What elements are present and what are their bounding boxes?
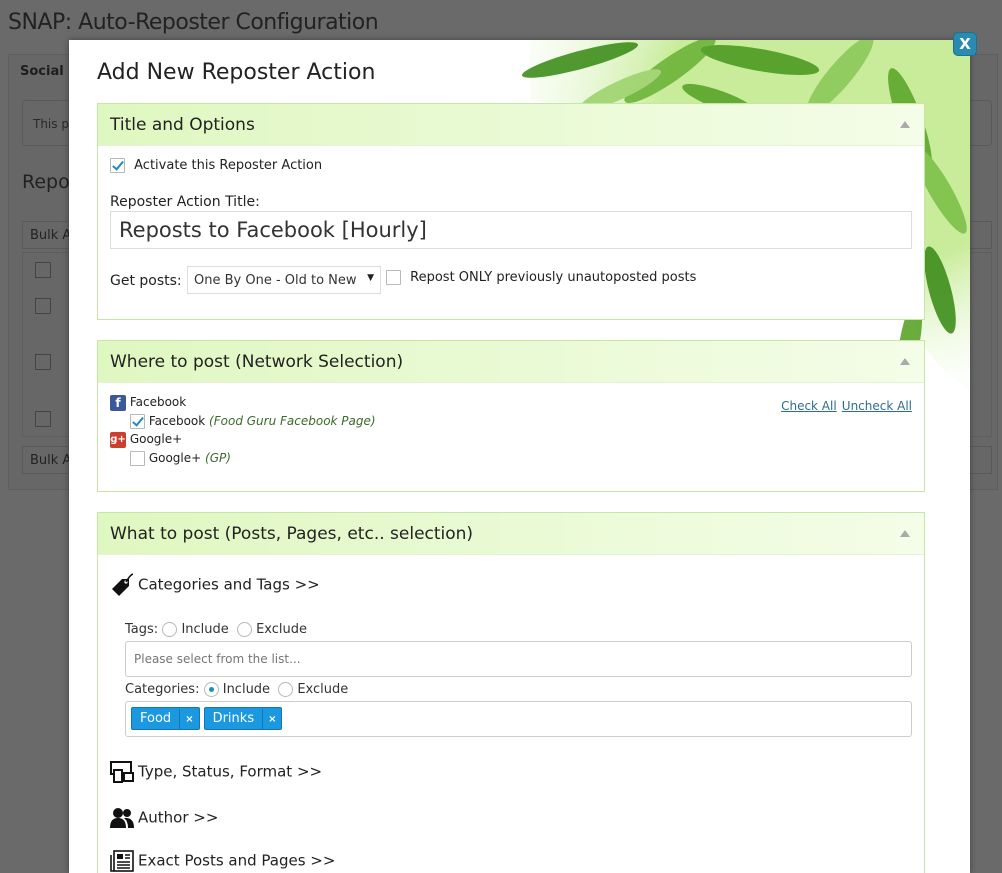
tags-row: Tags: Include Exclude bbox=[125, 622, 307, 637]
remove-chip-icon[interactable]: × bbox=[262, 709, 281, 730]
users-icon bbox=[110, 808, 134, 828]
check-links: Check All Uncheck All bbox=[781, 395, 912, 414]
account-row: Google+ (GP) bbox=[110, 449, 376, 468]
what-to-post-box: What to post (Posts, Pages, etc.. select… bbox=[97, 512, 925, 873]
action-title-label: Reposter Action Title: bbox=[110, 194, 260, 210]
exclude-label: Exclude bbox=[256, 622, 307, 637]
close-button[interactable]: X bbox=[953, 32, 977, 56]
category-chip: Drinks × bbox=[203, 707, 283, 730]
section-label: Type, Status, Format >> bbox=[138, 762, 323, 781]
modal-title: Add New Reposter Action bbox=[97, 60, 376, 85]
repost-only-row: Repost ONLY previously unautoposted post… bbox=[386, 270, 696, 285]
action-title-input[interactable] bbox=[110, 211, 912, 249]
box-title: What to post (Posts, Pages, etc.. select… bbox=[110, 524, 474, 544]
box-title: Title and Options bbox=[110, 115, 255, 135]
row-checkbox[interactable] bbox=[35, 262, 51, 278]
account-checkbox[interactable] bbox=[130, 413, 145, 429]
categories-input[interactable]: Food × Drinks × bbox=[125, 701, 912, 737]
row-checkbox[interactable] bbox=[35, 298, 51, 314]
section-heading: Repo bbox=[22, 171, 70, 193]
document-list-icon bbox=[110, 850, 134, 872]
network-name: Google+ bbox=[129, 432, 183, 446]
categories-row: Categories: Include Exclude bbox=[125, 682, 348, 697]
title-options-box: Title and Options Activate this Reposter… bbox=[97, 103, 925, 320]
section-label: Categories and Tags >> bbox=[138, 575, 320, 594]
repost-only-label: Repost ONLY previously unautoposted post… bbox=[410, 270, 697, 285]
include-label: Include bbox=[181, 622, 229, 637]
facebook-icon: f bbox=[110, 394, 126, 411]
collapse-icon[interactable] bbox=[900, 121, 910, 128]
tags-exclude-radio[interactable] bbox=[236, 622, 252, 637]
activate-label: Activate this Reposter Action bbox=[134, 158, 323, 173]
get-posts-label: Get posts: bbox=[110, 273, 182, 289]
tags-label: Tags: bbox=[125, 622, 159, 637]
section-label: Author >> bbox=[138, 808, 219, 827]
network-selection-box: Where to post (Network Selection) Check … bbox=[97, 340, 925, 492]
network-list: f Facebook Facebook (Food Guru Facebook … bbox=[110, 393, 376, 467]
select-value: One By One - Old to New bbox=[194, 273, 357, 288]
box-header[interactable]: Where to post (Network Selection) bbox=[98, 341, 924, 383]
account-name: Google+ bbox=[148, 450, 202, 465]
box-header[interactable]: What to post (Posts, Pages, etc.. select… bbox=[98, 513, 924, 555]
activate-checkbox[interactable] bbox=[110, 158, 125, 173]
exclude-label: Exclude bbox=[297, 682, 349, 697]
network-google-plus: g+ Google+ bbox=[110, 430, 376, 449]
box-header[interactable]: Title and Options bbox=[98, 104, 924, 146]
exact-posts-toggle[interactable]: Exact Posts and Pages >> bbox=[110, 850, 335, 872]
check-all-link[interactable]: Check All bbox=[781, 399, 837, 413]
uncheck-all-link[interactable]: Uncheck All bbox=[842, 399, 912, 413]
dropdown-arrow-icon: ▼ bbox=[367, 273, 374, 283]
network-name: Facebook bbox=[129, 395, 187, 409]
chip-label: Drinks bbox=[212, 711, 255, 726]
devices-icon bbox=[110, 761, 134, 783]
account-name: Facebook bbox=[148, 413, 206, 428]
categories-include-radio[interactable] bbox=[203, 682, 219, 697]
collapse-icon[interactable] bbox=[900, 530, 910, 537]
get-posts-select[interactable]: One By One - Old to New ▼ bbox=[187, 266, 381, 294]
row-checkbox[interactable] bbox=[35, 411, 51, 427]
categories-exclude-radio[interactable] bbox=[278, 682, 294, 697]
account-row: Facebook (Food Guru Facebook Page) bbox=[110, 412, 376, 431]
author-toggle[interactable]: Author >> bbox=[110, 807, 218, 829]
row-checkbox[interactable] bbox=[35, 354, 51, 370]
tag-icon bbox=[112, 573, 134, 596]
tags-input[interactable] bbox=[125, 641, 912, 677]
account-checkbox[interactable] bbox=[130, 450, 145, 466]
box-title: Where to post (Network Selection) bbox=[110, 352, 404, 372]
categories-tags-toggle[interactable]: Categories and Tags >> bbox=[110, 573, 320, 597]
activate-row: Activate this Reposter Action bbox=[110, 158, 322, 173]
repost-only-checkbox[interactable] bbox=[386, 270, 401, 285]
account-detail: (GP) bbox=[205, 450, 231, 465]
include-label: Include bbox=[222, 682, 271, 697]
type-status-format-toggle[interactable]: Type, Status, Format >> bbox=[110, 761, 322, 783]
categories-label: Categories: bbox=[125, 682, 200, 697]
tags-include-radio[interactable] bbox=[162, 622, 178, 637]
google-plus-icon: g+ bbox=[110, 431, 126, 448]
network-facebook: f Facebook bbox=[110, 393, 376, 412]
section-label: Exact Posts and Pages >> bbox=[138, 851, 336, 870]
chip-label: Food bbox=[140, 711, 172, 726]
remove-chip-icon[interactable]: × bbox=[179, 709, 198, 730]
add-reposter-modal: Add New Reposter Action Title and Option… bbox=[69, 40, 970, 873]
category-chip: Food × bbox=[131, 707, 200, 730]
account-detail: (Food Guru Facebook Page) bbox=[209, 413, 376, 428]
collapse-icon[interactable] bbox=[900, 358, 910, 365]
page-title: SNAP: Auto-Reposter Configuration bbox=[8, 10, 379, 35]
